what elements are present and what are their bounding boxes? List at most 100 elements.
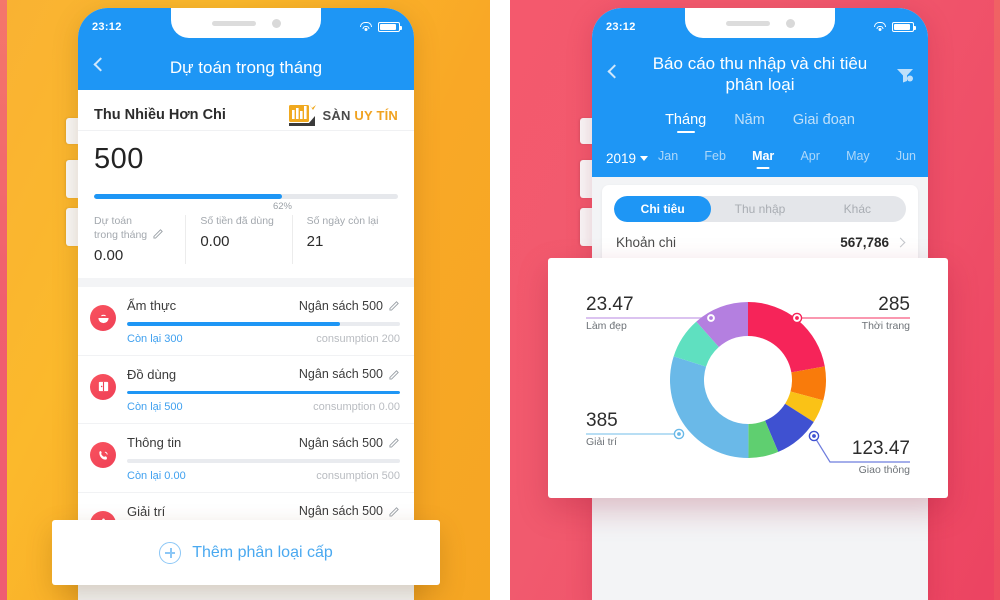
callout-marker-core <box>709 316 713 320</box>
category-name: Ẩm thực <box>127 298 177 314</box>
category-footer: Còn lại 0.00 consumption 500 <box>127 470 400 482</box>
callout-name: Thời trang <box>862 320 910 332</box>
status-indicators <box>873 22 916 32</box>
phone-volume-up-right <box>580 160 592 198</box>
pencil-icon[interactable] <box>389 437 400 448</box>
category-progress-fill <box>127 322 340 326</box>
month-selector-bar: 2019 Jan Feb Mar Apr May Jun <box>592 143 928 178</box>
period-tab-bar: Tháng Năm Giai đoạn <box>592 103 928 144</box>
donut-segment[interactable]: Giải trí <box>670 356 749 458</box>
category-budget[interactable]: Ngân sách 500 <box>299 367 400 381</box>
callout-value: 385 <box>586 410 618 431</box>
year-value: 2019 <box>606 150 637 166</box>
budget-progress-fill <box>94 194 283 199</box>
pencil-icon[interactable] <box>389 300 400 311</box>
category-header: Đồ dùng Ngân sách 500 <box>127 367 400 382</box>
wifi-icon <box>873 22 886 32</box>
category-budget[interactable]: Ngân sách 500 <box>299 436 400 450</box>
budget-stat: Số ngày còn lại 21 <box>291 215 398 265</box>
callout-value: 123.47 <box>852 438 910 459</box>
chevron-left-icon[interactable] <box>93 57 108 72</box>
budget-status-title: Thu Nhiều Hơn Chi <box>94 107 226 123</box>
status-time: 23:12 <box>606 21 636 33</box>
callout-name: Làm đẹp <box>586 320 627 332</box>
type-pill[interactable]: Chi tiêu <box>614 196 712 223</box>
brand-name-primary: SÀN <box>322 107 351 123</box>
chevron-left-icon[interactable] <box>607 64 622 79</box>
pencil-icon[interactable] <box>389 506 400 517</box>
left-phone-frame: 23:12 Dự toán trong tháng Thu Nhiều Hơn … <box>78 8 414 600</box>
earpiece-speaker <box>725 20 770 26</box>
phone-volume-down-left <box>66 208 78 246</box>
donut-chart-card: Thời trangCamVàngGiao thôngXanh láGiải t… <box>548 258 948 498</box>
callout-name: Giao thông <box>859 464 911 476</box>
budget-stat-value: 21 <box>306 233 324 251</box>
left-status-bar: 23:12 <box>78 8 414 46</box>
panel-divider <box>490 0 510 600</box>
budget-stat-label: Dự toán trong tháng <box>94 215 175 242</box>
phone-icon <box>90 442 116 469</box>
earpiece-speaker <box>211 20 256 26</box>
category-budget[interactable]: Ngân sách 500 <box>299 504 400 518</box>
category-row[interactable]: Đồ dùng Ngân sách 500 Còn lại 500 consum… <box>78 356 414 425</box>
period-tab[interactable]: Năm <box>734 112 765 132</box>
front-camera <box>271 18 281 28</box>
category-consumption: consumption 0.00 <box>313 401 400 414</box>
month-tab[interactable]: Apr <box>800 149 819 167</box>
battery-icon <box>378 22 402 32</box>
type-pill-group: Chi tiêu Thu nhập Khác <box>614 196 906 223</box>
year-selector[interactable]: 2019 <box>606 150 649 166</box>
month-tab[interactable]: May <box>846 149 870 167</box>
bar-chart-logo-icon <box>288 102 318 128</box>
brand-name-secondary: UY TÍN <box>354 107 398 123</box>
add-category-button[interactable]: Thêm phân loại cấp <box>52 520 440 585</box>
category-progress-fill <box>127 390 400 395</box>
category-consumption: consumption 500 <box>316 469 400 482</box>
category-header: Ẩm thực Ngân sách 500 <box>127 298 400 313</box>
category-footer: Còn lại 300 consumption 200 <box>127 333 400 345</box>
pencil-icon[interactable] <box>389 369 400 380</box>
right-nav-bar: Báo cáo thu nhập và chi tiêu phân loại <box>592 46 928 104</box>
period-tab[interactable]: Tháng <box>665 112 706 132</box>
period-tab[interactable]: Giai đoạn <box>793 112 855 132</box>
callout-name: Giải trí <box>586 436 617 448</box>
donut-callout: 285 Thời trang <box>791 294 910 332</box>
budget-stat: Dự toán trong tháng 0.00 <box>94 215 185 264</box>
callout-value: 285 <box>878 294 910 315</box>
summary-value-group: 567,786 <box>840 235 906 250</box>
brand-logo: SÀN UY TÍN <box>288 102 398 128</box>
month-tab[interactable]: Jan <box>658 149 678 167</box>
category-content: Ẩm thực Ngân sách 500 Còn lại 300 consum… <box>127 298 400 345</box>
month-tab[interactable]: Jun <box>896 149 916 167</box>
month-tab[interactable]: Feb <box>704 149 726 167</box>
wifi-icon <box>359 22 372 32</box>
type-pill[interactable]: Thu nhập <box>711 196 808 222</box>
right-status-bar: 23:12 <box>592 8 928 46</box>
category-budget[interactable]: Ngân sách 500 <box>299 299 400 313</box>
summary-label: Khoản chi <box>616 235 677 251</box>
category-row[interactable]: Ẩm thực Ngân sách 500 Còn lại 300 consum… <box>78 287 414 356</box>
budget-header: Thu Nhiều Hơn Chi SÀN UY TÍN <box>78 90 414 131</box>
donut-segment[interactable]: Thời trang <box>748 302 825 373</box>
phone-notch <box>685 8 835 38</box>
category-row[interactable]: Thông tin Ngân sách 500 Còn lại 0.00 con… <box>78 424 414 493</box>
category-consumption: consumption 200 <box>316 332 400 345</box>
category-name: Thông tin <box>127 435 182 451</box>
callout-marker-core <box>795 316 799 320</box>
category-name: Đồ dùng <box>127 366 177 382</box>
category-content: Đồ dùng Ngân sách 500 Còn lại 500 consum… <box>127 367 400 414</box>
budget-summary: 500 62% Dự toán trong tháng 0.00 Số tiền … <box>78 131 414 279</box>
page-title: Báo cáo thu nhập và chi tiêu phân loại <box>652 54 868 94</box>
type-pill[interactable]: Khác <box>809 196 906 222</box>
donut-chart: Thời trangCamVàngGiao thôngXanh láGiải t… <box>586 294 911 476</box>
month-tab[interactable]: Mar <box>752 149 774 167</box>
plus-circle-icon <box>159 541 182 564</box>
filter-icon[interactable] <box>896 67 914 83</box>
budget-stats: Dự toán trong tháng 0.00 Số tiền đã dùng … <box>94 215 398 265</box>
chevron-right-icon <box>895 238 906 248</box>
callout-marker-core <box>677 432 681 436</box>
status-time: 23:12 <box>92 21 122 33</box>
category-remaining: Còn lại 0.00 <box>127 469 186 482</box>
donut-callout: 123.47 Giao thông <box>808 430 911 476</box>
category-header: Thông tin Ngân sách 500 <box>127 435 400 450</box>
